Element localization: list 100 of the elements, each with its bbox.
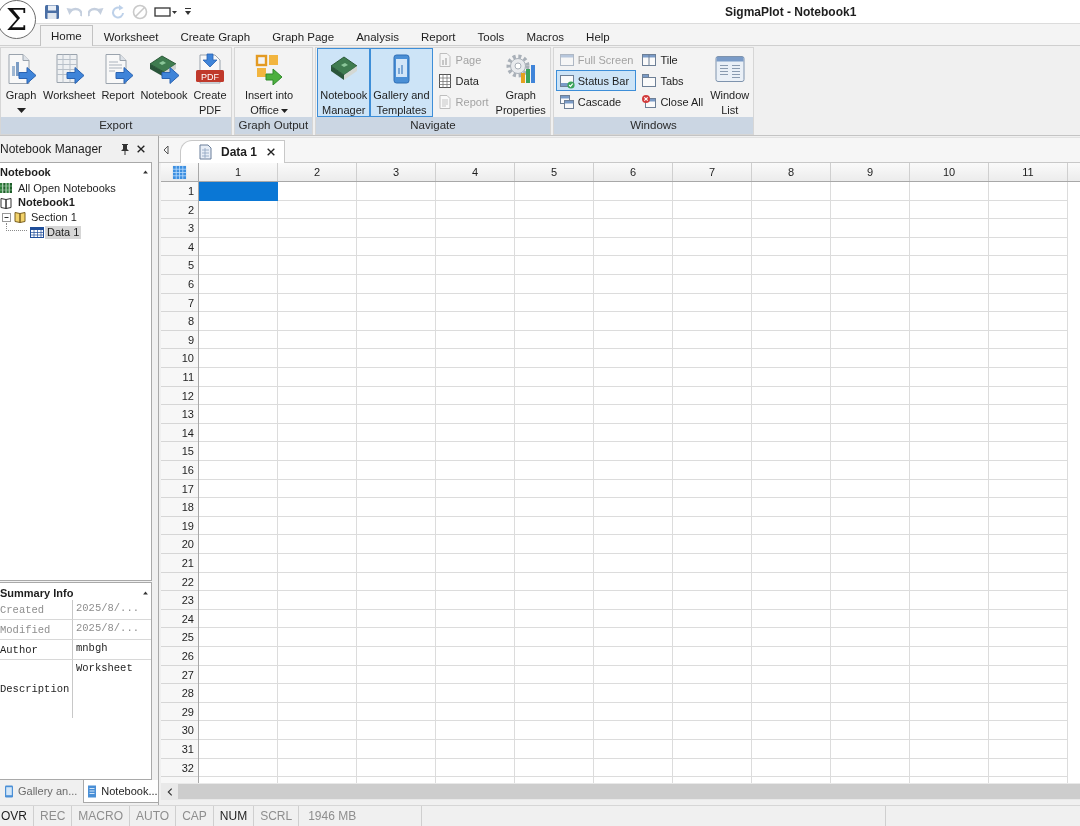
window-check-icon bbox=[558, 72, 575, 89]
row-header[interactable]: 9 bbox=[161, 331, 198, 349]
ribbon-tab[interactable]: Help bbox=[575, 26, 621, 46]
data-button[interactable]: Data bbox=[433, 70, 492, 91]
row-header[interactable]: 4 bbox=[161, 238, 198, 256]
row-header[interactable]: 2 bbox=[161, 201, 198, 219]
row-header[interactable]: 8 bbox=[161, 312, 198, 331]
cascade-button[interactable]: Cascade bbox=[555, 91, 637, 112]
ribbon-tab[interactable]: Macros bbox=[515, 26, 576, 46]
collapse-caret-icon[interactable] bbox=[143, 590, 148, 595]
column-header[interactable]: 4 bbox=[436, 163, 515, 181]
column-header[interactable]: 3 bbox=[357, 163, 436, 181]
row-header[interactable]: 27 bbox=[161, 666, 198, 684]
tile-button[interactable]: Tile bbox=[638, 49, 707, 70]
row-header[interactable]: 16 bbox=[161, 461, 198, 480]
status-indicator: MACRO bbox=[72, 806, 131, 826]
graph-properties-button[interactable]: Graph Properties bbox=[492, 48, 549, 117]
row-header[interactable]: 11 bbox=[161, 368, 198, 387]
close-icon[interactable] bbox=[136, 144, 146, 154]
row-header[interactable]: 28 bbox=[161, 684, 198, 703]
status-indicator: OVR bbox=[0, 806, 34, 826]
row-header[interactable]: 6 bbox=[161, 275, 198, 294]
row-header[interactable]: 21 bbox=[161, 554, 198, 573]
row-header[interactable]: 17 bbox=[161, 480, 198, 498]
column-header[interactable]: 10 bbox=[910, 163, 989, 181]
column-header[interactable]: 9 bbox=[831, 163, 910, 181]
row-header[interactable]: 20 bbox=[161, 535, 198, 554]
row-header[interactable]: 7 bbox=[161, 294, 198, 312]
gallery-templates-button[interactable]: Gallery and Templates bbox=[370, 48, 433, 117]
row-header[interactable]: 13 bbox=[161, 405, 198, 424]
table-icon[interactable] bbox=[172, 164, 187, 180]
ribbon-tab[interactable]: Tools bbox=[466, 26, 516, 46]
collapse-caret-icon[interactable] bbox=[143, 169, 148, 174]
panel-tab[interactable]: Gallery an... bbox=[0, 780, 82, 803]
row-header[interactable]: 1 bbox=[161, 182, 198, 201]
close-all-button[interactable]: Close All bbox=[638, 91, 707, 112]
property-value[interactable]: mnbgh bbox=[73, 640, 151, 660]
column-header[interactable]: 1 bbox=[199, 163, 278, 181]
status-bar-button[interactable]: Status Bar bbox=[555, 70, 637, 91]
row-header[interactable]: 29 bbox=[161, 703, 198, 721]
close-icon[interactable] bbox=[266, 147, 277, 157]
export-report-button[interactable]: Report bbox=[98, 48, 138, 117]
page-icon bbox=[436, 51, 453, 68]
chevron-left-icon[interactable] bbox=[166, 786, 173, 797]
column-header[interactable]: 2 bbox=[278, 163, 357, 181]
tree-item[interactable]: Notebook1 bbox=[16, 196, 77, 210]
row-header[interactable]: 10 bbox=[161, 349, 198, 368]
save-icon[interactable] bbox=[44, 3, 60, 20]
property-name: Modified bbox=[0, 620, 73, 640]
column-header[interactable]: 6 bbox=[594, 163, 673, 181]
table-cell[interactable] bbox=[199, 182, 278, 201]
row-header[interactable]: 24 bbox=[161, 610, 198, 628]
ribbon-tab[interactable]: Worksheet bbox=[92, 26, 170, 46]
insert-into-office-button[interactable]: Insert into Office bbox=[235, 48, 303, 117]
export-graph-button[interactable]: Graph bbox=[2, 48, 40, 117]
row-header[interactable]: 18 bbox=[161, 498, 198, 517]
row-header[interactable]: 23 bbox=[161, 591, 198, 610]
column-header[interactable]: 5 bbox=[515, 163, 594, 181]
create-pdf-button[interactable]: PDF Create PDF bbox=[190, 48, 230, 117]
sheet-icon bbox=[436, 72, 453, 89]
tree-item[interactable]: Data 1 bbox=[45, 225, 82, 239]
row-header[interactable]: 14 bbox=[161, 424, 198, 442]
tile-windows-icon bbox=[641, 51, 658, 68]
document-tab[interactable]: Data 1 bbox=[180, 140, 286, 163]
document-icon bbox=[436, 93, 453, 110]
collapse-icon[interactable] bbox=[2, 213, 11, 222]
gear-chart-icon bbox=[504, 53, 537, 85]
ribbon-tab[interactable]: Graph Page bbox=[261, 26, 346, 46]
row-header[interactable]: 19 bbox=[161, 517, 198, 535]
ribbon-tab[interactable]: Report bbox=[410, 26, 467, 46]
row-header[interactable]: 12 bbox=[161, 387, 198, 405]
export-notebook-button[interactable]: Notebook bbox=[137, 48, 191, 117]
ribbon-tab[interactable]: Analysis bbox=[345, 26, 410, 46]
section-header: Notebook bbox=[0, 165, 52, 178]
row-header[interactable]: 22 bbox=[161, 573, 198, 591]
column-header[interactable]: 8 bbox=[752, 163, 831, 181]
column-header[interactable]: 11 bbox=[989, 163, 1068, 181]
row-header[interactable]: 30 bbox=[161, 721, 198, 740]
tree-item[interactable]: All Open Notebooks bbox=[16, 181, 118, 195]
ribbon-tab[interactable]: Home bbox=[40, 25, 93, 46]
triangle-left-icon[interactable] bbox=[163, 145, 169, 155]
row-header[interactable]: 5 bbox=[161, 256, 198, 275]
export-worksheet-button[interactable]: Worksheet bbox=[40, 48, 99, 117]
property-value[interactable]: Worksheet bbox=[73, 660, 151, 718]
ribbon-tab[interactable]: Create Graph bbox=[169, 26, 262, 46]
pin-icon[interactable] bbox=[120, 143, 130, 155]
app-menu-button[interactable]: Σ bbox=[0, 0, 36, 39]
row-header[interactable]: 3 bbox=[161, 219, 198, 238]
row-header[interactable]: 15 bbox=[161, 442, 198, 461]
tree-item[interactable]: Section 1 bbox=[29, 211, 79, 224]
row-header[interactable]: 31 bbox=[161, 740, 198, 759]
notebook-manager-button[interactable]: Notebook Manager bbox=[317, 48, 371, 117]
tabs-button[interactable]: Tabs bbox=[638, 70, 707, 91]
row-header[interactable]: 26 bbox=[161, 647, 198, 666]
window-list-button[interactable]: Window List bbox=[707, 48, 753, 117]
row-header[interactable]: 32 bbox=[161, 759, 198, 777]
tabbed-window-icon bbox=[641, 72, 658, 89]
row-header[interactable]: 25 bbox=[161, 628, 198, 647]
column-header[interactable]: 7 bbox=[673, 163, 752, 181]
horizontal-scrollbar[interactable] bbox=[161, 783, 1080, 800]
